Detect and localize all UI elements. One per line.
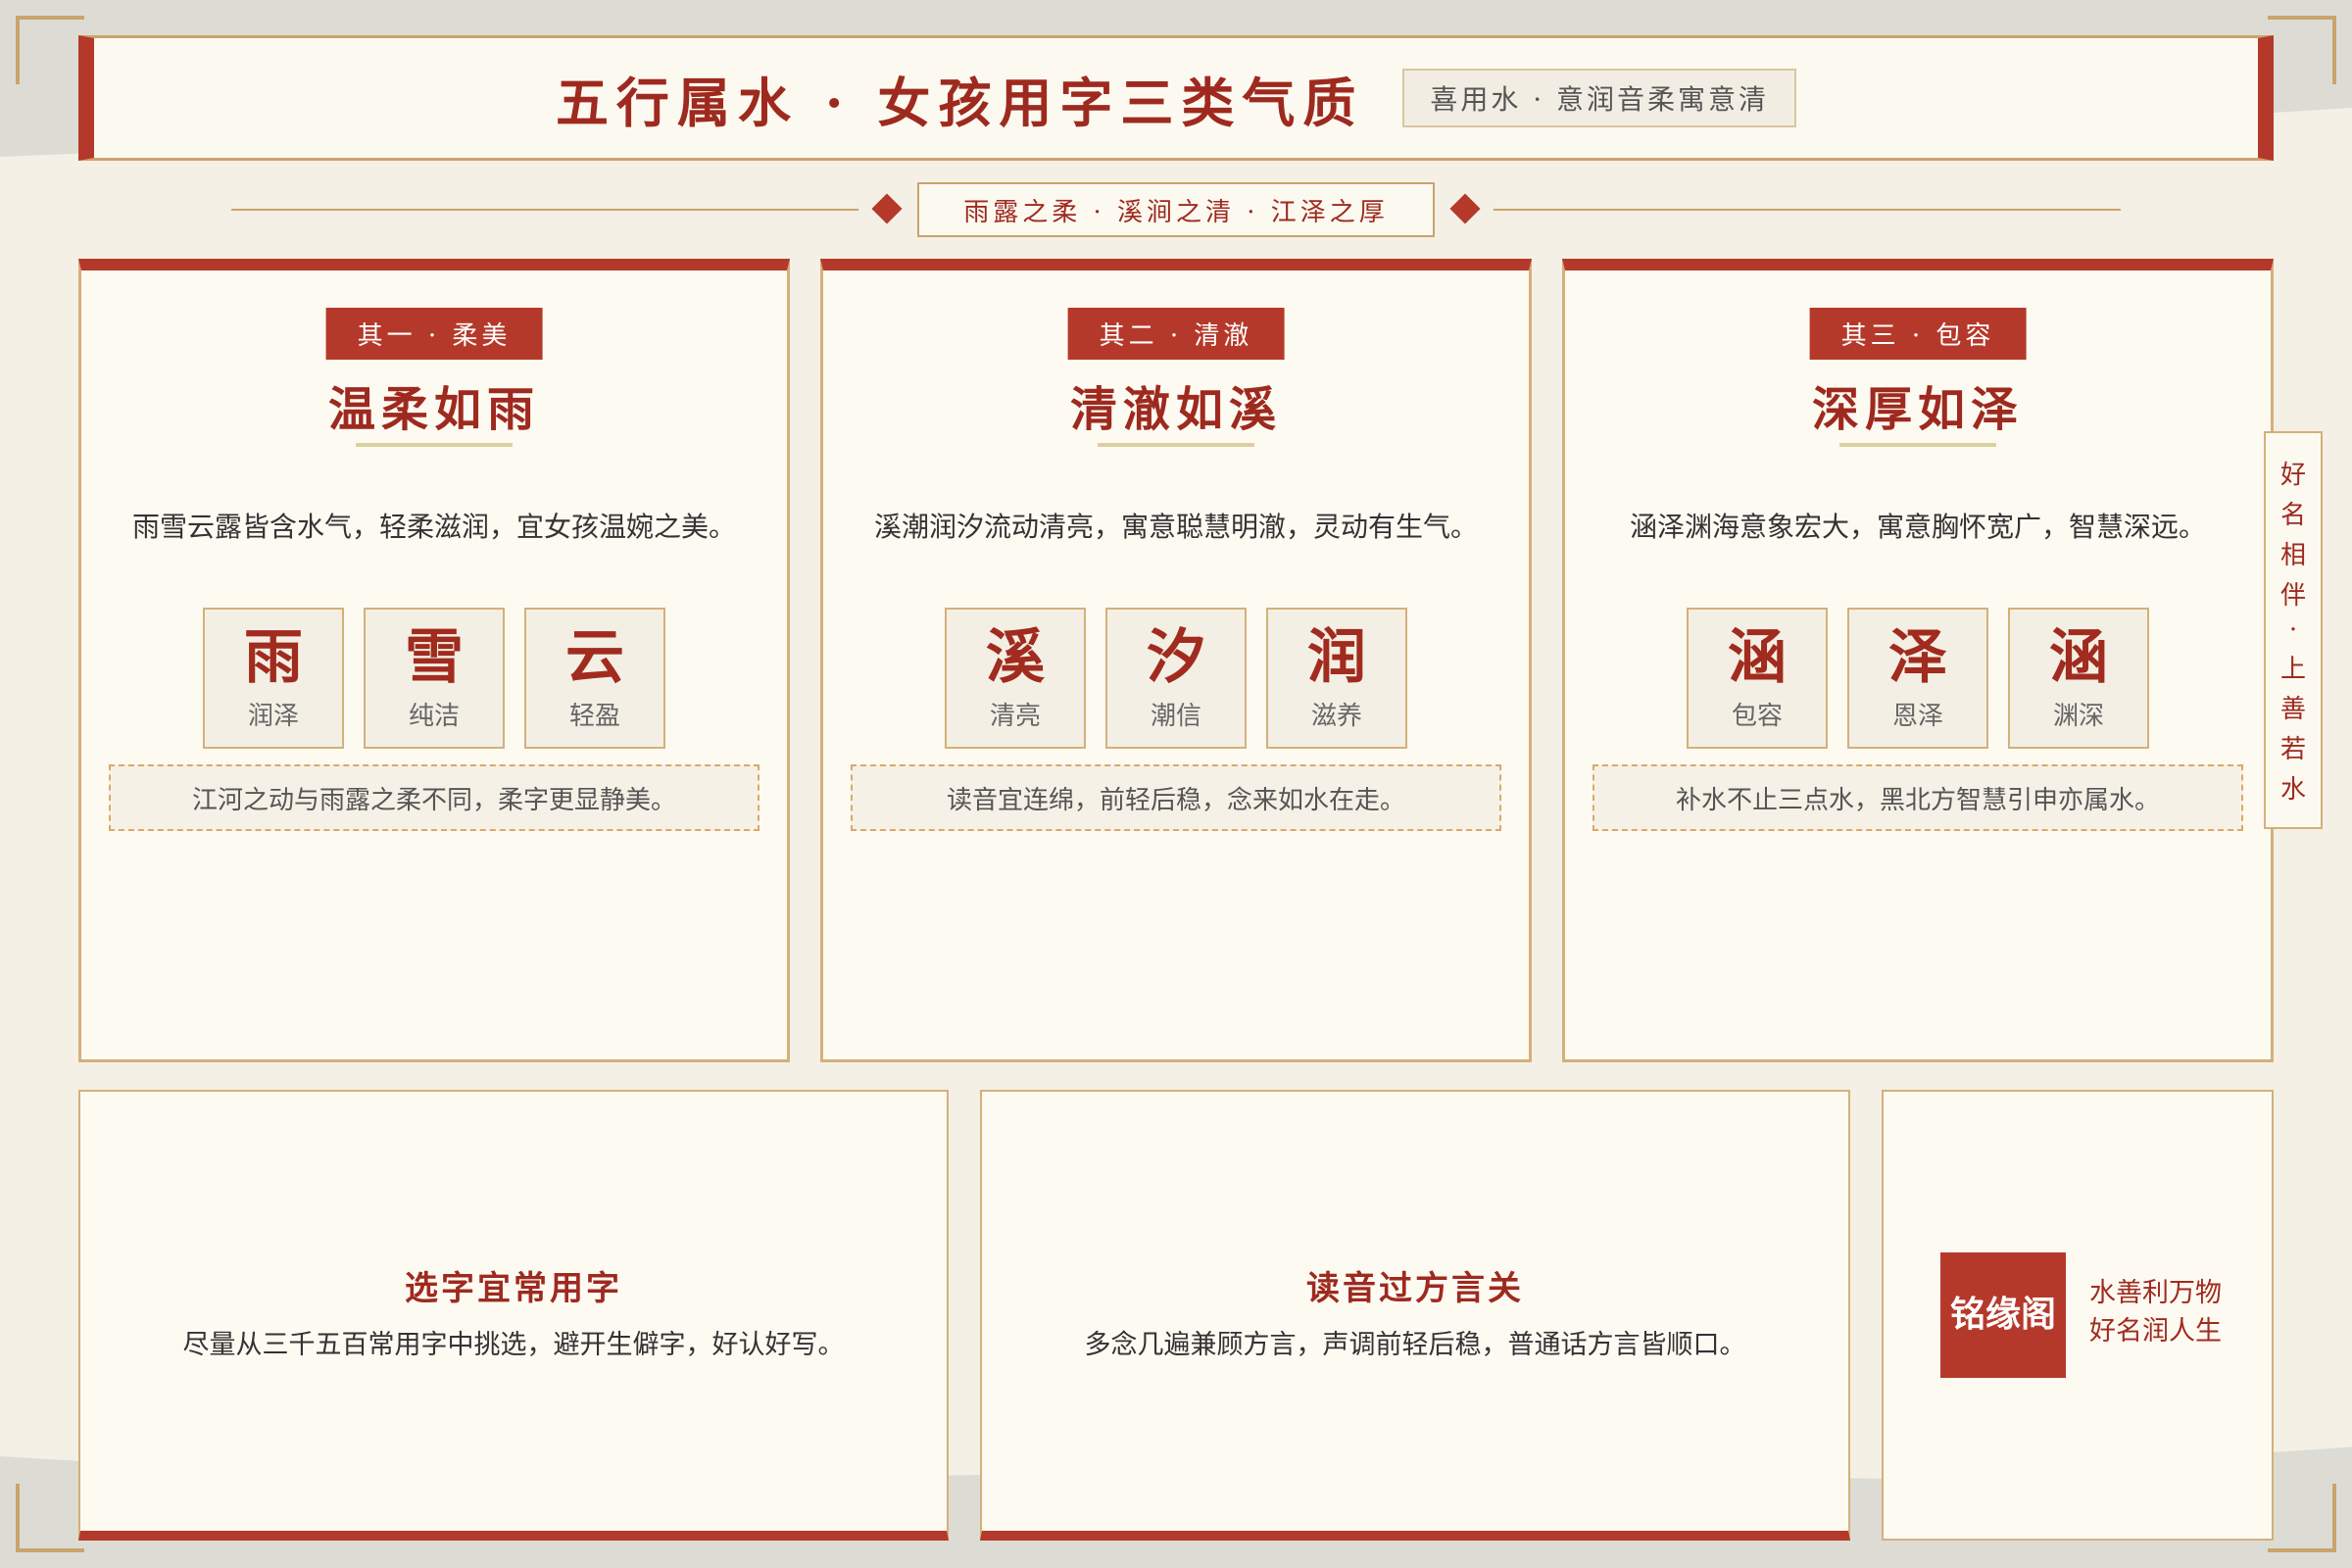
tip-body: 多念几遍兼顾方言，声调前轻后稳，普通话方言皆顺口。 [1084,1330,1746,1360]
subtitle: 雨露之柔 · 溪涧之清 · 江泽之厚 [917,182,1435,237]
card-badge: 其二 · 清澈 [1067,308,1285,360]
divider-line-left [231,209,858,211]
char-item: 汐 潮信 [1105,608,1247,749]
side-note-char: 名 [2279,501,2306,530]
card-heading: 深厚如泽 [1811,382,2024,437]
side-note-char: · [2288,615,2298,645]
char-meaning: 包容 [1731,701,1783,731]
side-note-char: 水 [2279,775,2306,805]
tip-body: 尽量从三千五百常用字中挑选，避开生僻字，好认好写。 [182,1330,845,1360]
char-list: 涵 包容 泽 恩泽 涵 渊深 [1565,608,2271,749]
corner-ornament-top-left [16,16,84,84]
side-note-char: 相 [2279,541,2306,570]
char-meaning: 清亮 [989,701,1041,731]
corner-ornament-bottom-right [2268,1484,2336,1552]
diamond-icon [871,193,903,224]
char-meaning: 恩泽 [1891,701,1943,731]
tip-title: 选字宜常用字 [405,1269,622,1308]
card-clear: 其二 · 清澈 清澈如溪 溪潮润汐流动清亮，寓意聪慧明澈，灵动有生气。 溪 清亮… [820,259,1532,1062]
card-deep: 其三 · 包容 深厚如泽 涵泽渊海意象宏大，寓意胸怀宽广，智慧深远。 涵 包容 … [1562,259,2274,1062]
tip-title: 读音过方言关 [1306,1269,1524,1308]
card-note: 读音宜连绵，前轻后稳，念来如水在走。 [851,764,1501,831]
char-glyph: 润 [1307,622,1366,692]
char-list: 雨 润泽 雪 纯洁 云 轻盈 [81,608,787,749]
card-heading: 温柔如雨 [327,382,540,437]
char-glyph: 雪 [405,622,464,692]
card-description: 涵泽渊海意象宏大，寓意胸怀宽广，智慧深远。 [1629,511,2206,543]
heading-underline [1098,443,1254,447]
card-heading: 清澈如溪 [1069,382,1282,437]
char-item: 涵 渊深 [2008,608,2149,749]
corner-ornament-top-right [2268,16,2336,84]
char-glyph: 涵 [1728,622,1787,692]
card-badge: 其一 · 柔美 [325,308,543,360]
char-meaning: 潮信 [1150,701,1201,731]
slogan-line: 水善利万物 [2089,1278,2222,1308]
char-glyph: 涵 [2049,622,2108,692]
char-meaning: 轻盈 [568,701,620,731]
card-note: 江河之动与雨露之柔不同，柔字更显静美。 [109,764,760,831]
title-bar: 五行属水 · 女孩用字三类气质 喜用水 · 意润音柔寓意清 [78,35,2274,161]
tip-card-common-chars: 选字宜常用字 尽量从三千五百常用字中挑选，避开生僻字，好认好写。 [78,1090,949,1541]
side-note-char: 善 [2279,695,2306,724]
heading-underline [356,443,513,447]
tip-card-pronunciation: 读音过方言关 多念几遍兼顾方言，声调前轻后稳，普通话方言皆顺口。 [980,1090,1850,1541]
brand-seal: 铭缘阁 [1940,1252,2066,1378]
char-glyph: 汐 [1147,622,1205,692]
page-title: 五行属水 · 女孩用字三类气质 [555,71,1364,134]
card-description: 雨雪云露皆含水气，轻柔滋润，宜女孩温婉之美。 [131,511,736,543]
char-item: 泽 恩泽 [1847,608,1988,749]
char-item: 云 轻盈 [524,608,665,749]
char-meaning: 纯洁 [408,701,460,731]
card-note: 补水不止三点水，黑北方智慧引申亦属水。 [1592,764,2243,831]
side-note-char: 若 [2279,735,2306,764]
char-item: 涵 包容 [1687,608,1828,749]
title-tag: 喜用水 · 意润音柔寓意清 [1402,69,1797,127]
brand-card: 铭缘阁 水善利万物 好名润人生 [1882,1090,2274,1541]
side-vertical-note: 好 名 相 伴 · 上 善 若 水 [2264,431,2323,829]
side-note-char: 伴 [2279,581,2306,611]
brand-slogan: 水善利万物 好名润人生 [2089,1274,2222,1350]
char-glyph: 雨 [244,622,303,692]
char-item: 溪 清亮 [945,608,1086,749]
char-glyph: 溪 [986,622,1045,692]
side-note-char: 好 [2279,461,2306,490]
char-meaning: 渊深 [2052,701,2104,731]
side-note-char: 上 [2279,655,2306,684]
char-meaning: 滋养 [1310,701,1362,731]
diamond-icon [1449,193,1481,224]
char-item: 雪 纯洁 [364,608,505,749]
card-description: 溪潮润汐流动清亮，寓意聪慧明澈，灵动有生气。 [873,511,1478,543]
subtitle-divider: 雨露之柔 · 溪涧之清 · 江泽之厚 [0,182,2352,237]
slogan-line: 好名润人生 [2089,1316,2222,1348]
char-meaning: 润泽 [247,701,299,731]
corner-ornament-bottom-left [16,1484,84,1552]
char-list: 溪 清亮 汐 潮信 润 滋养 [823,608,1529,749]
divider-line-right [1494,209,2121,211]
heading-underline [1839,443,1996,447]
char-glyph: 云 [565,622,624,692]
card-gentle: 其一 · 柔美 温柔如雨 雨雪云露皆含水气，轻柔滋润，宜女孩温婉之美。 雨 润泽… [78,259,790,1062]
char-item: 雨 润泽 [203,608,344,749]
char-glyph: 泽 [1888,622,1947,692]
char-item: 润 滋养 [1266,608,1407,749]
card-badge: 其三 · 包容 [1809,308,2027,360]
